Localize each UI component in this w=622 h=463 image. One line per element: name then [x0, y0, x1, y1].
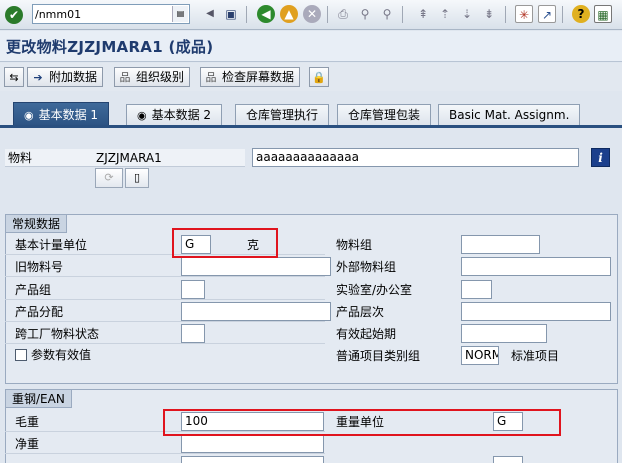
- toolbar-separator: [402, 6, 403, 23]
- old-material-label: 旧物料号: [15, 260, 64, 274]
- prod-allocation-label: 产品分配: [15, 305, 64, 319]
- first-page-icon[interactable]: ⇞: [414, 5, 432, 23]
- toolbar-separator: [562, 6, 563, 23]
- row-divider: [5, 321, 325, 322]
- check-screen-data-button[interactable]: 品检查屏幕数据: [200, 67, 301, 87]
- material-description-field[interactable]: aaaaaaaaaaaaaa: [252, 148, 579, 167]
- highlight-box-weight: [163, 409, 561, 436]
- tab-strip: ◉ 基本数据 1 ◉ 基本数据 2 仓库管理执行 仓库管理包装 Basic Mat.…: [0, 100, 622, 128]
- toolbar-separator: [327, 6, 328, 23]
- param-effective-label: 参数有效值: [31, 348, 92, 362]
- lab-office-field[interactable]: [461, 280, 492, 299]
- row-divider: [5, 453, 325, 454]
- refresh-icon[interactable]: ⟳: [95, 168, 123, 188]
- next-row-field[interactable]: [181, 456, 324, 463]
- cross-plant-status-field[interactable]: [181, 324, 205, 343]
- next-page-icon[interactable]: ⇣: [458, 5, 476, 23]
- page-title: 更改物料ZJZJMARA1 (成品): [6, 38, 214, 56]
- check-structure-icon: 品: [205, 71, 217, 84]
- additional-data-button[interactable]: ➔ 附加数据: [27, 67, 104, 87]
- base-uom-label: 基本计量单位: [15, 238, 88, 252]
- lock-icon: 🔒: [312, 71, 326, 84]
- prod-hierarchy-field[interactable]: [461, 302, 611, 321]
- back-icon[interactable]: ◀: [257, 5, 275, 23]
- prod-allocation-field[interactable]: [181, 302, 331, 321]
- toolbar-separator: [505, 6, 506, 23]
- tab-basic-mat-assignment[interactable]: Basic Mat. Assignm.: [438, 104, 581, 127]
- back-arrow-icon[interactable]: ◀: [201, 5, 219, 23]
- print-icon[interactable]: ⎙: [334, 5, 352, 23]
- lock-button[interactable]: 🔒: [309, 67, 329, 87]
- item-category-field[interactable]: NORM: [461, 346, 499, 365]
- document-icon[interactable]: ▯: [125, 168, 149, 188]
- new-session-icon[interactable]: ✳: [515, 5, 533, 23]
- help-icon[interactable]: ?: [572, 5, 590, 23]
- exit-icon[interactable]: ▲: [280, 5, 298, 23]
- shortcut-icon[interactable]: ↗: [538, 5, 556, 23]
- valid-from-field[interactable]: [461, 324, 547, 343]
- ext-material-group-field[interactable]: [461, 257, 611, 276]
- org-levels-button[interactable]: 品组织级别: [114, 67, 191, 87]
- material-number: ZJZJMARA1: [96, 151, 162, 165]
- item-category-label: 普通项目类别组: [336, 349, 421, 363]
- division-field[interactable]: [181, 280, 205, 299]
- org-structure-icon: 品: [119, 71, 131, 84]
- cancel-icon[interactable]: ✕: [303, 5, 321, 23]
- switch-icon: ⇆: [9, 71, 19, 84]
- last-page-icon[interactable]: ⇟: [480, 5, 498, 23]
- system-toolbar: ✔ ▤ ◀ ▣ ◀ ▲ ✕ ⎙ ⚲ ⚲ ⇞ ⇡ ⇣ ⇟ ✳ ↗ ? ▦: [0, 0, 622, 30]
- highlight-box-base-uom: [172, 228, 278, 258]
- material-group-field[interactable]: [461, 235, 540, 254]
- info-icon[interactable]: i: [591, 148, 610, 167]
- param-effective-checkbox[interactable]: [15, 349, 27, 361]
- command-history-icon[interactable]: ▤: [172, 6, 188, 22]
- row-divider: [5, 343, 325, 344]
- next-row-unit-field[interactable]: [493, 456, 523, 463]
- row-divider: [5, 299, 325, 300]
- gross-weight-label: 毛重: [15, 415, 40, 429]
- valid-from-label: 有效起始期: [336, 327, 397, 341]
- command-input[interactable]: [35, 6, 167, 22]
- cross-plant-status-label: 跨工厂物料状态: [15, 327, 100, 341]
- division-label: 产品组: [15, 283, 52, 297]
- item-category-text: 标准项目: [511, 349, 560, 363]
- material-label: 物料: [8, 151, 33, 165]
- old-material-field[interactable]: [181, 257, 331, 276]
- material-group-label: 物料组: [336, 238, 373, 252]
- ext-material-group-label: 外部物料组: [336, 260, 397, 274]
- arrow-right-icon: ➔: [33, 71, 43, 84]
- command-field[interactable]: ▤: [32, 4, 190, 24]
- net-weight-field[interactable]: [181, 434, 324, 453]
- application-toolbar: ⇆ ➔ 附加数据 品组织级别 品检查屏幕数据 🔒: [0, 63, 622, 91]
- save-icon[interactable]: ▣: [222, 5, 240, 23]
- tab-warehouse-execution[interactable]: 仓库管理执行: [235, 104, 330, 127]
- general-data-title: 常规数据: [6, 215, 68, 233]
- tab-basic-data-2[interactable]: ◉ 基本数据 2: [126, 104, 223, 127]
- enter-icon[interactable]: ✔: [5, 6, 23, 24]
- tab-warehouse-packaging[interactable]: 仓库管理包装: [337, 104, 432, 127]
- find-next-icon[interactable]: ⚲: [378, 5, 396, 23]
- lab-office-label: 实验室/办公室: [336, 283, 413, 297]
- find-icon[interactable]: ⚲: [356, 5, 374, 23]
- row-divider: [5, 276, 325, 277]
- tab-status-icon: ◉: [137, 109, 147, 122]
- toolbar-separator: [246, 6, 247, 23]
- net-weight-label: 净重: [15, 437, 40, 451]
- prod-hierarchy-label: 产品层次: [336, 305, 385, 319]
- prev-page-icon[interactable]: ⇡: [436, 5, 454, 23]
- dimensions-ean-title: 重钢/EAN: [6, 390, 72, 408]
- switch-view-button[interactable]: ⇆: [4, 67, 24, 87]
- customize-layout-icon[interactable]: ▦: [594, 5, 612, 23]
